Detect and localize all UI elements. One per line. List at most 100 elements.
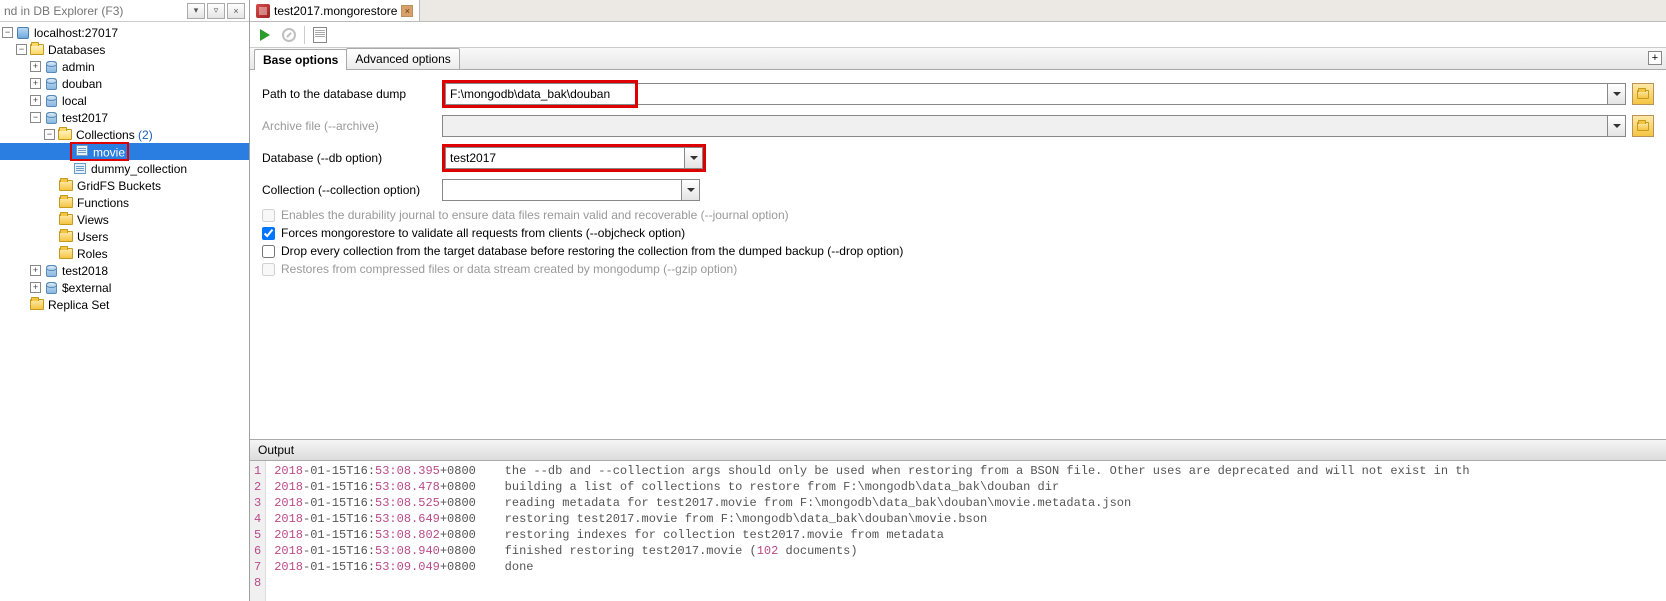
folder-icon: [58, 196, 74, 210]
expander-icon[interactable]: +: [30, 282, 41, 293]
folder-icon: [58, 179, 74, 193]
expander-icon[interactable]: +: [30, 265, 41, 276]
output-panel[interactable]: 12345678 2018-01-15T16:53:08.395+0800 th…: [250, 461, 1666, 601]
log-line: [274, 575, 1666, 591]
output-gutter: 12345678: [250, 461, 266, 601]
db-node-test2017[interactable]: − test2017: [0, 109, 249, 126]
expander-icon[interactable]: −: [2, 27, 13, 38]
users-node[interactable]: Users: [0, 228, 249, 245]
stop-icon: [282, 28, 296, 42]
search-input[interactable]: [4, 4, 185, 18]
db-label: test2017: [62, 111, 108, 125]
folder-icon: [1637, 122, 1649, 131]
tab-advanced-options[interactable]: Advanced options: [346, 48, 459, 69]
collection-input[interactable]: [442, 179, 682, 201]
db-explorer-sidebar: ▾ ▿ × −localhost:27017 −Databases +admin…: [0, 0, 250, 601]
toolbar-separator: [304, 26, 305, 44]
db-node-local[interactable]: +local: [0, 92, 249, 109]
tab-close-button[interactable]: ×: [401, 5, 413, 17]
tab-base-options[interactable]: Base options: [254, 49, 347, 70]
stop-button[interactable]: [280, 26, 298, 44]
gzip-label: Restores from compressed files or data s…: [281, 262, 737, 276]
path-label: Path to the database dump: [262, 87, 442, 101]
db-icon: [43, 281, 59, 295]
editor-tab[interactable]: test2017.mongorestore ×: [250, 0, 420, 21]
folder-icon: [58, 247, 74, 261]
log-line: 2018-01-15T16:53:08.940+0800 finished re…: [274, 543, 1666, 559]
expander-icon[interactable]: −: [16, 44, 27, 55]
database-input[interactable]: [445, 147, 685, 169]
gridfs-node[interactable]: GridFS Buckets: [0, 177, 249, 194]
database-dropdown-button[interactable]: [685, 147, 703, 169]
db-node-admin[interactable]: + admin: [0, 58, 249, 75]
db-node-douban[interactable]: + douban: [0, 75, 249, 92]
roles-node[interactable]: Roles: [0, 245, 249, 262]
objcheck-checkbox[interactable]: [262, 227, 275, 240]
editor-tab-title: test2017.mongorestore: [274, 4, 397, 18]
gzip-checkbox: [262, 263, 275, 276]
log-line: 2018-01-15T16:53:08.395+0800 the --db an…: [274, 463, 1666, 479]
run-button[interactable]: [256, 26, 274, 44]
node-label: Functions: [77, 196, 129, 210]
objcheck-checkbox-row: Forces mongorestore to validate all requ…: [262, 226, 1654, 240]
db-label: admin: [62, 60, 95, 74]
output-lines: 2018-01-15T16:53:08.395+0800 the --db an…: [266, 461, 1666, 601]
collection-combo[interactable]: [442, 179, 700, 201]
mongorestore-icon: [256, 4, 270, 18]
drop-checkbox[interactable]: [262, 245, 275, 258]
db-icon: [43, 264, 59, 278]
log-line: 2018-01-15T16:53:08.525+0800 reading met…: [274, 495, 1666, 511]
highlight-box: [442, 80, 638, 108]
journal-checkbox-row: Enables the durability journal to ensure…: [262, 208, 1654, 222]
db-node-test2018[interactable]: +test2018: [0, 262, 249, 279]
dropdown-button[interactable]: ▾: [187, 3, 205, 19]
play-icon: [260, 29, 270, 41]
path-row: Path to the database dump: [262, 80, 1654, 108]
db-label: douban: [62, 77, 102, 91]
server-node[interactable]: − localhost:27017: [0, 24, 249, 41]
collection-movie[interactable]: movie: [0, 143, 249, 160]
toolbar: [250, 22, 1666, 48]
archive-browse-button[interactable]: [1632, 115, 1654, 137]
path-browse-button[interactable]: [1632, 83, 1654, 105]
highlight-box: [442, 144, 706, 172]
collection-dropdown-button[interactable]: [682, 179, 700, 201]
db-tree: −localhost:27017 −Databases +admin +doub…: [0, 22, 249, 601]
log-line: 2018-01-15T16:53:08.649+0800 restoring t…: [274, 511, 1666, 527]
folder-icon: [58, 230, 74, 244]
node-label: Views: [77, 213, 109, 227]
drop-checkbox-row: Drop every collection from the target da…: [262, 244, 1654, 258]
add-tab-button[interactable]: +: [1648, 51, 1662, 65]
databases-label: Databases: [48, 43, 105, 57]
server-label: localhost:27017: [34, 26, 118, 40]
collection-dummy[interactable]: dummy_collection: [0, 160, 249, 177]
close-button[interactable]: ×: [227, 3, 245, 19]
db-node-external[interactable]: +$external: [0, 279, 249, 296]
path-input[interactable]: [638, 83, 1608, 105]
collections-node[interactable]: − Collections (2): [0, 126, 249, 143]
replica-set-node[interactable]: Replica Set: [0, 296, 249, 313]
archive-dropdown-button[interactable]: [1608, 115, 1626, 137]
document-button[interactable]: [311, 26, 329, 44]
expander-icon[interactable]: +: [30, 61, 41, 72]
journal-label: Enables the durability journal to ensure…: [281, 208, 789, 222]
chevron-down-icon: [687, 188, 695, 192]
views-node[interactable]: Views: [0, 211, 249, 228]
database-combo[interactable]: [445, 147, 703, 169]
sidebar-header: ▾ ▿ ×: [0, 0, 249, 22]
functions-node[interactable]: Functions: [0, 194, 249, 211]
expander-icon[interactable]: +: [30, 95, 41, 106]
expander-icon[interactable]: −: [30, 112, 41, 123]
expander-icon[interactable]: −: [44, 129, 55, 140]
collection-label: Collection (--collection option): [262, 183, 442, 197]
collections-label: Collections (2): [76, 128, 153, 142]
collapse-button[interactable]: ▿: [207, 3, 225, 19]
folder-open-icon: [57, 128, 73, 142]
databases-node[interactable]: − Databases: [0, 41, 249, 58]
replica-label: Replica Set: [48, 298, 109, 312]
expander-icon[interactable]: +: [30, 78, 41, 89]
node-label: GridFS Buckets: [77, 179, 161, 193]
log-line: 2018-01-15T16:53:08.478+0800 building a …: [274, 479, 1666, 495]
chevron-down-icon: [1613, 92, 1621, 96]
path-dropdown-button[interactable]: [1608, 83, 1626, 105]
